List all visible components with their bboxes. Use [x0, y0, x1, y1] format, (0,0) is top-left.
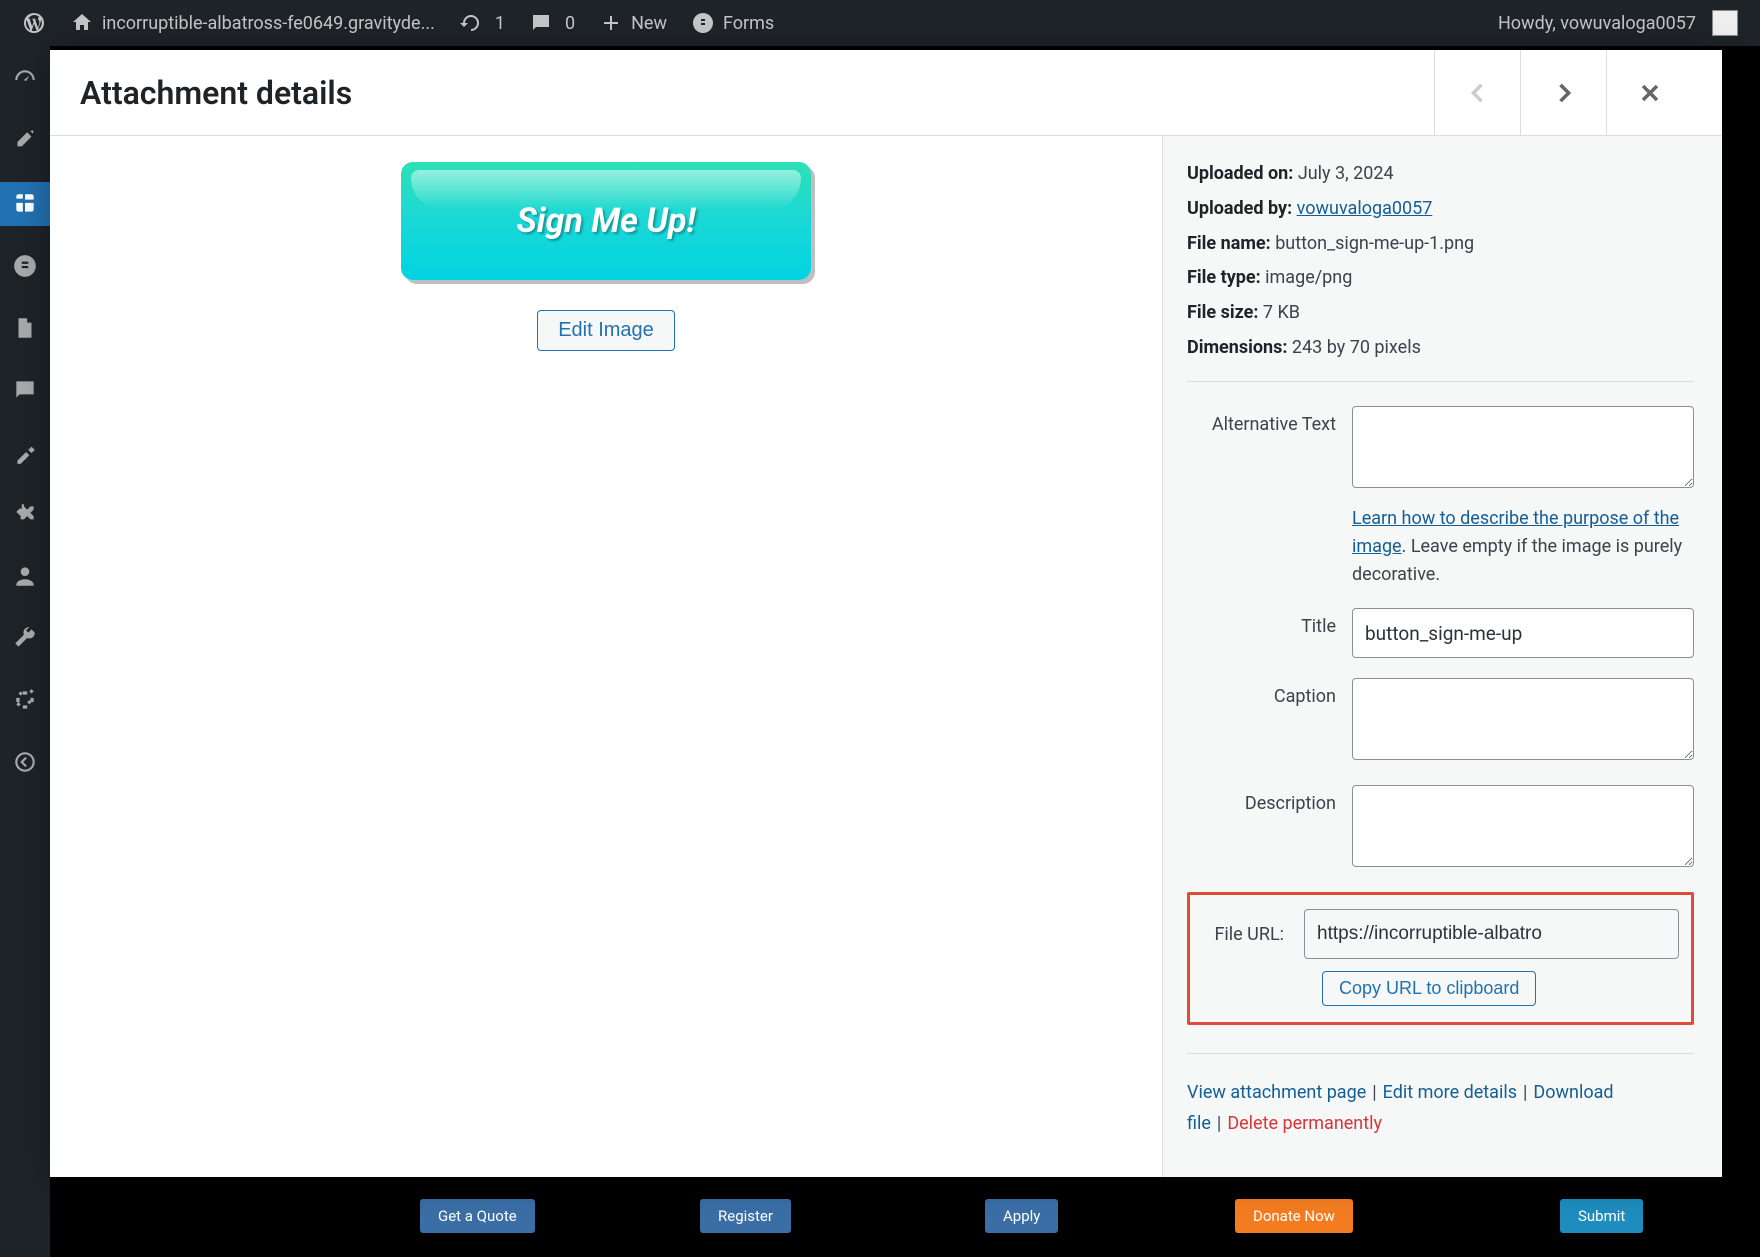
alt-text-help: Learn how to describe the purpose of the… — [1352, 505, 1694, 589]
view-attachment-link[interactable]: View attachment page — [1187, 1082, 1366, 1103]
meta-file-type: File type: image/png — [1187, 264, 1694, 293]
comments-count: 0 — [565, 13, 575, 34]
close-icon — [1636, 79, 1664, 107]
modal-body: Sign Me Up! Edit Image Uploaded on: July… — [50, 136, 1722, 1177]
new-content[interactable]: New — [587, 0, 679, 46]
edit-image-button[interactable]: Edit Image — [537, 310, 675, 351]
separator — [1187, 381, 1694, 382]
close-modal-button[interactable] — [1606, 50, 1692, 136]
description-field: Description — [1187, 785, 1694, 872]
next-attachment-button[interactable] — [1520, 50, 1606, 136]
bg-button-quote: Get a Quote — [420, 1199, 535, 1233]
admin-toolbar: incorruptible-albatross-fe0649.gravityde… — [0, 0, 1760, 46]
menu-users[interactable] — [0, 554, 50, 598]
menu-plugins[interactable] — [0, 492, 50, 536]
site-title: incorruptible-albatross-fe0649.gravityde… — [102, 13, 435, 34]
menu-comments[interactable] — [0, 368, 50, 412]
modal-nav — [1434, 50, 1692, 136]
menu-dashboard[interactable] — [0, 58, 50, 102]
updates[interactable]: 1 — [447, 0, 517, 46]
preview-image-text: Sign Me Up! — [517, 201, 696, 241]
admin-sidebar — [0, 46, 50, 1257]
wp-logo[interactable] — [10, 0, 58, 46]
caption-input[interactable] — [1352, 678, 1694, 760]
meta-file-name: File name: button_sign-me-up-1.png — [1187, 230, 1694, 259]
menu-appearance[interactable] — [0, 430, 50, 474]
meta-uploaded-on: Uploaded on: July 3, 2024 — [1187, 160, 1694, 189]
updates-count: 1 — [495, 13, 505, 34]
description-input[interactable] — [1352, 785, 1694, 867]
title-label: Title — [1187, 608, 1352, 637]
menu-gravity[interactable] — [0, 244, 50, 288]
description-label: Description — [1187, 785, 1352, 814]
file-url-input[interactable] — [1304, 909, 1679, 959]
menu-collapse[interactable] — [0, 740, 50, 784]
meta-dimensions: Dimensions: 243 by 70 pixels — [1187, 334, 1694, 363]
title-field: Title — [1187, 608, 1694, 658]
alt-text-label: Alternative Text — [1187, 406, 1352, 435]
media-sidebar: Uploaded on: July 3, 2024 Uploaded by: v… — [1162, 136, 1722, 1177]
meta-uploaded-by: Uploaded by: vowuvaloga0057 — [1187, 195, 1694, 224]
menu-pages[interactable] — [0, 306, 50, 350]
chevron-left-icon — [1464, 79, 1492, 107]
attachment-details-modal: Attachment details Sign Me Up! Edit Imag… — [50, 50, 1722, 1177]
separator-2 — [1187, 1053, 1694, 1054]
alt-text-input[interactable] — [1352, 406, 1694, 488]
menu-media[interactable] — [0, 182, 50, 226]
bg-button-apply: Apply — [985, 1199, 1058, 1233]
howdy-text: Howdy, vowuvaloga0057 — [1498, 13, 1696, 34]
edit-more-link[interactable]: Edit more details — [1383, 1082, 1517, 1103]
caption-field: Caption — [1187, 678, 1694, 765]
chevron-right-icon — [1550, 79, 1578, 107]
caption-label: Caption — [1187, 678, 1352, 707]
file-url-highlight: File URL: Copy URL to clipboard — [1187, 892, 1694, 1025]
new-label: New — [631, 13, 667, 34]
modal-title: Attachment details — [80, 74, 352, 112]
menu-tools[interactable] — [0, 616, 50, 660]
forms-menu[interactable]: Forms — [679, 0, 786, 46]
file-url-label: File URL: — [1202, 924, 1284, 945]
bg-button-donate: Donate Now — [1235, 1199, 1353, 1233]
avatar — [1712, 10, 1738, 36]
forms-label: Forms — [723, 13, 774, 34]
my-account[interactable]: Howdy, vowuvaloga0057 — [1486, 0, 1750, 46]
attachment-actions: View attachment page|Edit more details|D… — [1187, 1078, 1694, 1139]
menu-posts[interactable] — [0, 120, 50, 164]
alt-text-field: Alternative Text Learn how to describe t… — [1187, 406, 1694, 589]
menu-settings[interactable] — [0, 678, 50, 722]
comments[interactable]: 0 — [517, 0, 587, 46]
meta-file-size: File size: 7 KB — [1187, 299, 1694, 328]
title-input[interactable] — [1352, 608, 1694, 658]
attachment-image: Sign Me Up! — [401, 162, 811, 280]
uploader-link[interactable]: vowuvaloga0057 — [1297, 198, 1433, 219]
modal-header: Attachment details — [50, 50, 1722, 136]
media-preview: Sign Me Up! Edit Image — [50, 136, 1162, 1177]
site-home[interactable]: incorruptible-albatross-fe0649.gravityde… — [58, 0, 447, 46]
prev-attachment-button — [1434, 50, 1520, 136]
bg-button-register: Register — [700, 1199, 791, 1233]
copy-url-button[interactable]: Copy URL to clipboard — [1322, 971, 1536, 1006]
bg-button-submit: Submit — [1560, 1199, 1643, 1233]
delete-permanently-link[interactable]: Delete permanently — [1227, 1113, 1382, 1134]
